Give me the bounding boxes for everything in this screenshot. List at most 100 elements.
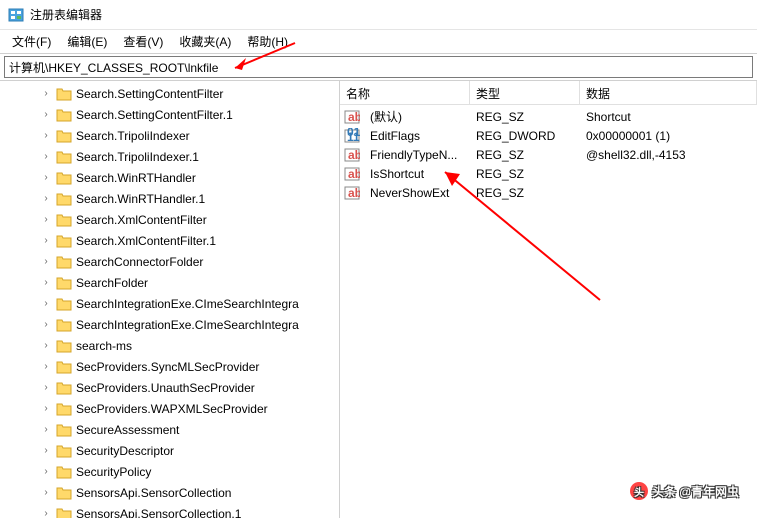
folder-icon: [56, 297, 72, 311]
tree-item[interactable]: › Search.WinRTHandler: [0, 167, 339, 188]
value-row[interactable]: 011110EditFlagsREG_DWORD0x00000001 (1): [340, 126, 757, 145]
expander-icon[interactable]: ›: [40, 445, 52, 457]
expander-icon[interactable]: ›: [40, 382, 52, 394]
tree-item[interactable]: ›SecProviders.UnauthSecProvider: [0, 377, 339, 398]
expander-icon[interactable]: ›: [40, 298, 52, 310]
folder-icon: [56, 150, 72, 164]
tree-item[interactable]: ›SearchIntegrationExe.CImeSearchIntegra: [0, 293, 339, 314]
tree-item-label: SensorsApi.SensorCollection: [76, 486, 231, 500]
expander-icon[interactable]: ›: [40, 508, 52, 518]
folder-icon: [56, 108, 72, 122]
tree-item-label: Search.TripoliIndexer.1: [76, 150, 199, 164]
tree-item[interactable]: › Search.XmlContentFilter.1: [0, 230, 339, 251]
expander-icon[interactable]: ›: [40, 130, 52, 142]
tree-item-label: Search.SettingContentFilter: [76, 87, 223, 101]
value-type: REG_SZ: [470, 148, 580, 162]
tree-item[interactable]: › Search.TripoliIndexer.1: [0, 146, 339, 167]
tree-item[interactable]: ›SensorsApi.SensorCollection.1: [0, 503, 339, 518]
tree-item[interactable]: › Search.SettingContentFilter: [0, 83, 339, 104]
expander-icon[interactable]: ›: [40, 235, 52, 247]
folder-icon: [56, 129, 72, 143]
menu-help[interactable]: 帮助(H): [239, 31, 296, 52]
tree-item[interactable]: ›Search.TripoliIndexer: [0, 125, 339, 146]
menu-edit[interactable]: 编辑(E): [59, 31, 115, 52]
tree-item[interactable]: ›SecProviders.WAPXMLSecProvider: [0, 398, 339, 419]
tree-item-label: SecProviders.SyncMLSecProvider: [76, 360, 259, 374]
watermark: 头 头条 @青年网虫: [630, 482, 739, 500]
tree-item-label: SearchIntegrationExe.CImeSearchIntegra: [76, 318, 299, 332]
expander-icon[interactable]: ›: [40, 487, 52, 499]
window-title: 注册表编辑器: [30, 6, 102, 23]
tree-item[interactable]: ›Search.WinRTHandler.1: [0, 188, 339, 209]
folder-icon: [56, 213, 72, 227]
folder-icon: [56, 87, 72, 101]
folder-icon: [56, 402, 72, 416]
expander-icon[interactable]: ›: [40, 340, 52, 352]
folder-icon: [56, 276, 72, 290]
tree-item[interactable]: › SecurityPolicy: [0, 461, 339, 482]
expander-icon[interactable]: ›: [40, 403, 52, 415]
column-data[interactable]: 数据: [580, 81, 757, 104]
folder-icon: [56, 486, 72, 500]
tree-item-label: search-ms: [76, 339, 132, 353]
expander-icon[interactable]: ›: [40, 151, 52, 163]
tree-item-label: Search.XmlContentFilter.1: [76, 234, 216, 248]
svg-text:ab: ab: [348, 148, 360, 162]
menu-view[interactable]: 查看(V): [115, 31, 171, 52]
value-type-icon: ab: [344, 147, 360, 163]
value-type-icon: ab: [344, 166, 360, 182]
content-area: › Search.SettingContentFilter › Search.Sett…: [0, 80, 757, 518]
app-icon: [8, 7, 24, 23]
value-row[interactable]: abFriendlyTypeN...REG_SZ@shell32.dll,-41…: [340, 145, 757, 164]
value-name: NeverShowExt: [364, 186, 470, 200]
tree-item[interactable]: › SecProviders.SyncMLSecProvider: [0, 356, 339, 377]
value-type: REG_SZ: [470, 186, 580, 200]
expander-icon[interactable]: ›: [40, 466, 52, 478]
tree-item[interactable]: › Search.XmlContentFilter: [0, 209, 339, 230]
values-body: ab(默认)REG_SZShortcut011110EditFlagsREG_D…: [340, 105, 757, 202]
expander-icon[interactable]: ›: [40, 172, 52, 184]
tree-item-label: Search.XmlContentFilter: [76, 213, 207, 227]
tree-item[interactable]: › SearchIntegrationExe.CImeSearchIntegra: [0, 314, 339, 335]
expander-icon[interactable]: ›: [40, 109, 52, 121]
folder-icon: [56, 171, 72, 185]
menu-favorites[interactable]: 收藏夹(A): [171, 31, 239, 52]
value-row[interactable]: ab(默认)REG_SZShortcut: [340, 107, 757, 126]
address-path: 计算机\HKEY_CLASSES_ROOT\lnkfile: [9, 59, 218, 76]
tree-item[interactable]: › search-ms: [0, 335, 339, 356]
expander-icon[interactable]: ›: [40, 256, 52, 268]
expander-icon[interactable]: ›: [40, 424, 52, 436]
folder-icon: [56, 234, 72, 248]
value-type: REG_DWORD: [470, 129, 580, 143]
tree-item-label: SecureAssessment: [76, 423, 179, 437]
tree-item-label: Search.WinRTHandler: [76, 171, 196, 185]
tree-item[interactable]: ›SearchConnectorFolder: [0, 251, 339, 272]
menu-file[interactable]: 文件(F): [4, 31, 59, 52]
tree-item-label: Search.SettingContentFilter.1: [76, 108, 233, 122]
column-type[interactable]: 类型: [470, 81, 580, 104]
tree-item[interactable]: › SensorsApi.SensorCollection: [0, 482, 339, 503]
value-name: FriendlyTypeN...: [364, 148, 470, 162]
expander-icon[interactable]: ›: [40, 277, 52, 289]
tree-item[interactable]: ›SearchFolder: [0, 272, 339, 293]
svg-text:110: 110: [347, 130, 360, 144]
expander-icon[interactable]: ›: [40, 361, 52, 373]
expander-icon[interactable]: ›: [40, 214, 52, 226]
value-row[interactable]: abIsShortcutREG_SZ: [340, 164, 757, 183]
tree-item-label: SecurityPolicy: [76, 465, 151, 479]
folder-icon: [56, 318, 72, 332]
column-name[interactable]: 名称: [340, 81, 470, 104]
expander-icon[interactable]: ›: [40, 193, 52, 205]
tree-item[interactable]: ›SecurityDescriptor: [0, 440, 339, 461]
tree-item[interactable]: › Search.SettingContentFilter.1: [0, 104, 339, 125]
expander-icon[interactable]: ›: [40, 88, 52, 100]
expander-icon[interactable]: ›: [40, 319, 52, 331]
value-type: REG_SZ: [470, 110, 580, 124]
tree-item[interactable]: › SecureAssessment: [0, 419, 339, 440]
addressbar[interactable]: 计算机\HKEY_CLASSES_ROOT\lnkfile: [4, 56, 753, 78]
watermark-icon: 头: [630, 482, 648, 500]
folder-icon: [56, 381, 72, 395]
value-type: REG_SZ: [470, 167, 580, 181]
tree-scroll[interactable]: › Search.SettingContentFilter › Search.Sett…: [0, 81, 339, 518]
value-row[interactable]: abNeverShowExtREG_SZ: [340, 183, 757, 202]
